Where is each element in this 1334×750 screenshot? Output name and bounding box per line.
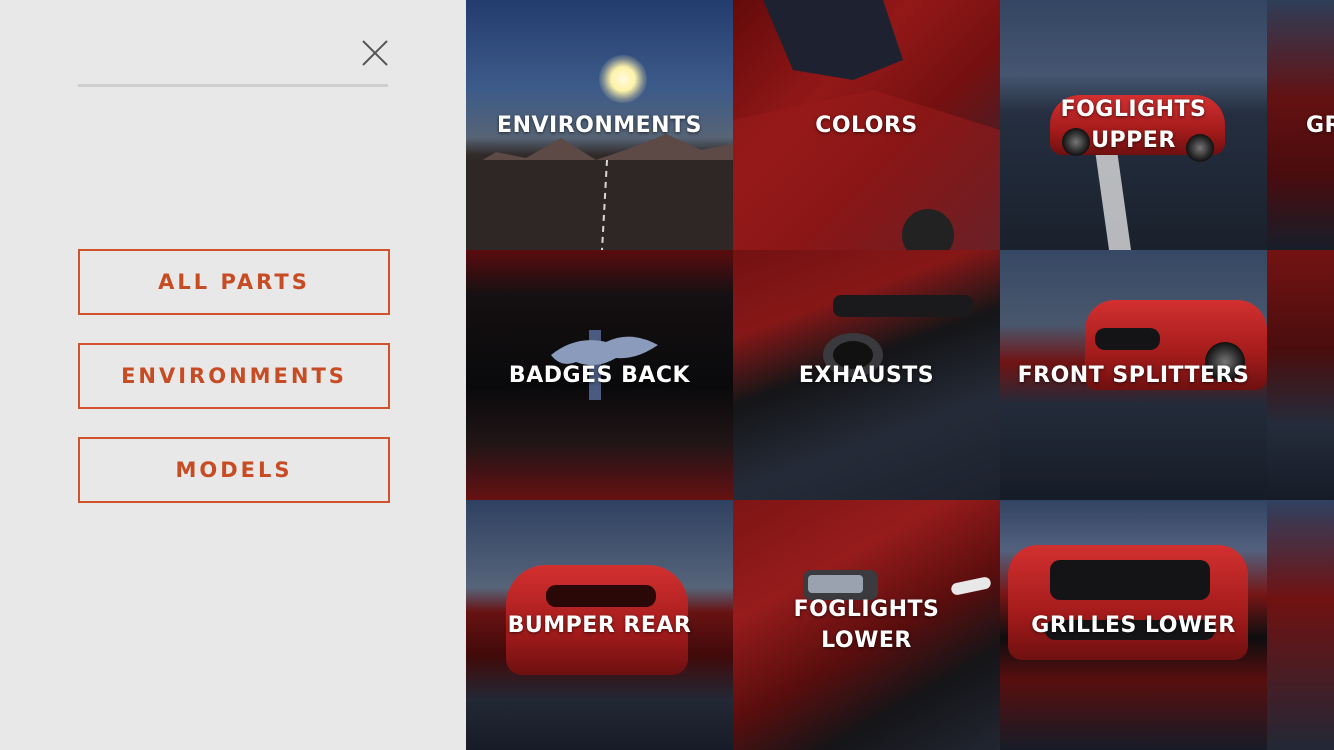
tile-partial-right[interactable] — [1267, 250, 1334, 500]
tile-partial-right-bottom[interactable] — [1267, 500, 1334, 750]
environments-button-label: ENVIRONMENTS — [121, 364, 347, 388]
tile-label: ENVIRONMENTS — [497, 112, 702, 138]
tile-label: BADGES BACK — [508, 362, 691, 388]
category-grid: ENVIRONMENTS COLORS FOGLIGHTS UPPER GR B… — [466, 0, 1334, 750]
models-button[interactable]: MODELS — [78, 437, 390, 503]
side-panel: ALL PARTS ENVIRONMENTS MODELS — [0, 0, 466, 750]
tile-foglights-lower[interactable]: FOGLIGHTS LOWER — [733, 500, 1000, 750]
sun-image — [599, 55, 647, 103]
road-image — [466, 160, 733, 250]
tile-grilles-partial[interactable]: GR — [1267, 0, 1334, 250]
tile-label: GRILLES LOWER — [1031, 612, 1236, 638]
environments-button[interactable]: ENVIRONMENTS — [78, 343, 390, 409]
tile-label: FRONT SPLITTERS — [1017, 362, 1250, 388]
close-icon — [362, 40, 388, 66]
tile-bumper-rear[interactable]: BUMPER REAR — [466, 500, 733, 750]
tile-label: COLORS — [815, 112, 918, 138]
tile-label: GR — [1306, 112, 1334, 138]
tile-label: FOGLIGHTS LOWER — [793, 597, 940, 653]
tile-foglights-upper[interactable]: FOGLIGHTS UPPER — [1000, 0, 1267, 250]
close-button[interactable] — [358, 36, 392, 70]
tile-label: FOGLIGHTS UPPER — [1060, 97, 1207, 153]
tile-badges-back[interactable]: BADGES BACK — [466, 250, 733, 500]
tile-grilles-lower[interactable]: GRILLES LOWER — [1000, 500, 1267, 750]
tile-label: BUMPER REAR — [507, 612, 692, 638]
tile-colors[interactable]: COLORS — [733, 0, 1000, 250]
all-parts-button-label: ALL PARTS — [158, 270, 310, 294]
search-input-underline[interactable] — [78, 84, 388, 87]
models-button-label: MODELS — [175, 458, 293, 482]
all-parts-button[interactable]: ALL PARTS — [78, 249, 390, 315]
tile-front-splitters[interactable]: FRONT SPLITTERS — [1000, 250, 1267, 500]
tile-environments[interactable]: ENVIRONMENTS — [466, 0, 733, 250]
tile-label: EXHAUSTS — [798, 362, 935, 388]
tile-exhausts[interactable]: EXHAUSTS — [733, 250, 1000, 500]
